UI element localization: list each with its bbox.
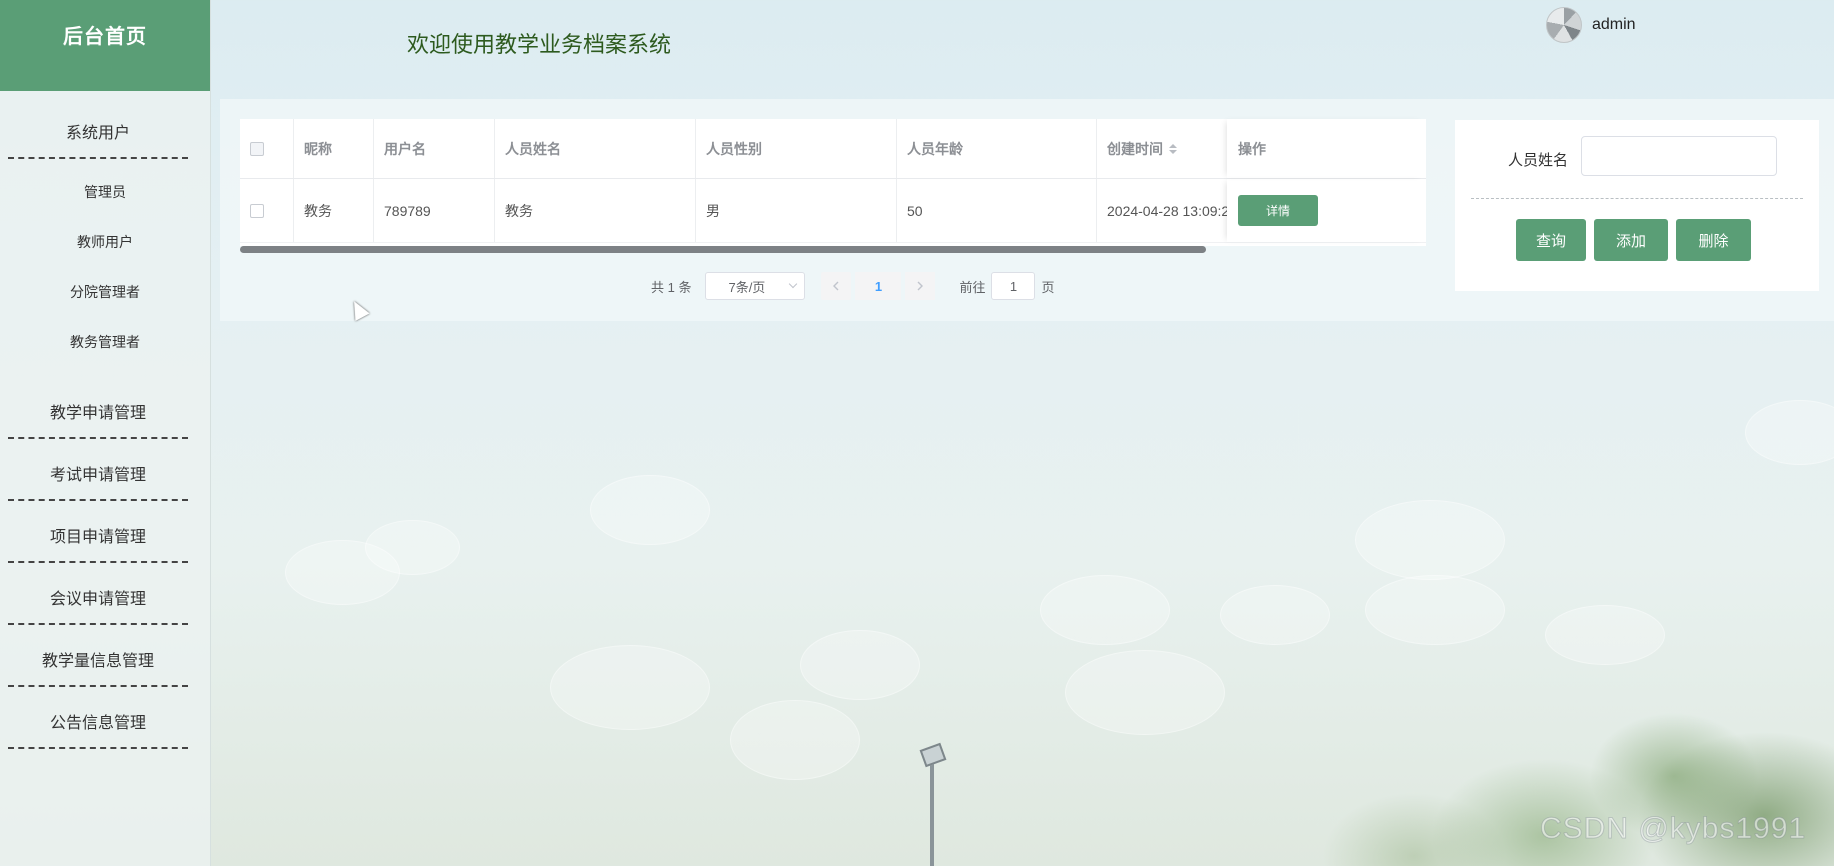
column-header-gender: 人员性别 bbox=[696, 119, 897, 178]
page-number-current[interactable]: 1 bbox=[855, 272, 902, 300]
page-size-value: 7条/页 bbox=[728, 279, 766, 295]
pagination: 共 1 条 7条/页 1 前往 页 bbox=[651, 272, 1055, 300]
cell-created: 2024-04-28 13:09:2 bbox=[1107, 202, 1227, 219]
sidebar-group-teaching-load[interactable]: 教学量信息管理 bbox=[8, 625, 188, 687]
background-bokeh bbox=[800, 630, 920, 700]
column-header-action: 操作 bbox=[1227, 119, 1426, 178]
next-page-button[interactable] bbox=[905, 272, 936, 300]
user-name: admin bbox=[1592, 16, 1636, 33]
sidebar-item-teacher-users[interactable]: 教师用户 bbox=[0, 217, 210, 267]
goto-label: 前往 bbox=[959, 279, 986, 295]
sidebar-item-branch-managers[interactable]: 分院管理者 bbox=[0, 267, 210, 317]
sidebar-group-exam-applications[interactable]: 考试申请管理 bbox=[8, 439, 188, 501]
cell-nickname: 教务 bbox=[294, 179, 374, 242]
delete-button[interactable]: 删除 bbox=[1676, 219, 1751, 261]
background-lamp-pole bbox=[930, 750, 934, 866]
background-bokeh bbox=[550, 645, 710, 730]
chevron-right-icon bbox=[917, 281, 924, 291]
sidebar-group-announcements[interactable]: 公告信息管理 bbox=[8, 687, 188, 749]
page-size-select[interactable]: 7条/页 bbox=[705, 272, 806, 300]
chevron-left-icon bbox=[833, 281, 839, 291]
prev-page-button[interactable] bbox=[821, 272, 852, 300]
background-bokeh bbox=[1545, 605, 1665, 665]
detail-button[interactable]: 详情 bbox=[1238, 195, 1318, 226]
sidebar-group-meeting-applications[interactable]: 会议申请管理 bbox=[8, 563, 188, 625]
background-bokeh bbox=[285, 540, 400, 605]
column-header-nickname: 昵称 bbox=[294, 119, 374, 178]
pagination-total: 共 1 条 bbox=[651, 279, 692, 295]
column-header-name: 人员姓名 bbox=[495, 119, 696, 178]
sidebar-group-project-applications[interactable]: 项目申请管理 bbox=[8, 501, 188, 563]
search-button-group: 查询 添加 删除 bbox=[1516, 219, 1751, 261]
user-menu[interactable]: admin bbox=[1546, 7, 1636, 43]
sidebar: 后台首页 系统用户 管理员 教师用户 分院管理者 教务管理者 教学申请管理 考试… bbox=[0, 0, 211, 866]
column-header-created-label: 创建时间 bbox=[1107, 140, 1163, 157]
row-select-cell bbox=[240, 179, 294, 242]
background-lamp-head bbox=[919, 742, 947, 768]
background-bokeh bbox=[1065, 650, 1225, 735]
column-header-age: 人员年龄 bbox=[897, 119, 1097, 178]
sidebar-item-academic-managers[interactable]: 教务管理者 bbox=[0, 317, 210, 367]
select-all-checkbox[interactable] bbox=[250, 141, 264, 156]
sidebar-group-teaching-applications[interactable]: 教学申请管理 bbox=[8, 377, 188, 439]
background-bokeh bbox=[1220, 585, 1330, 645]
table-header-row: 昵称 用户名 人员姓名 人员性别 人员年龄 创建时间 操作 bbox=[240, 119, 1426, 179]
column-header-username: 用户名 bbox=[374, 119, 495, 178]
column-header-created[interactable]: 创建时间 bbox=[1097, 119, 1227, 178]
data-table: 昵称 用户名 人员姓名 人员性别 人员年龄 创建时间 操作 教务 789789 … bbox=[240, 119, 1426, 246]
page-title: 欢迎使用教学业务档案系统 bbox=[407, 32, 672, 57]
watermark: CSDN @kybs1991 bbox=[1539, 812, 1807, 846]
header-select-cell bbox=[240, 119, 294, 178]
background-bokeh bbox=[1365, 575, 1505, 645]
sidebar-group-system-users[interactable]: 系统用户 bbox=[8, 91, 188, 159]
search-panel: 人员姓名 查询 添加 删除 bbox=[1455, 120, 1819, 291]
row-checkbox[interactable] bbox=[250, 203, 264, 218]
background-bokeh bbox=[590, 475, 710, 545]
sidebar-home-title: 后台首页 bbox=[63, 26, 147, 48]
table-row: 教务 789789 教务 男 50 2024-04-28 13:09:2 详情 bbox=[240, 179, 1426, 243]
horizontal-scrollbar[interactable] bbox=[240, 246, 1206, 253]
background-bokeh bbox=[1745, 400, 1834, 465]
cell-gender: 男 bbox=[696, 179, 897, 242]
sidebar-home[interactable]: 后台首页 bbox=[0, 0, 210, 91]
sidebar-submenu-system-users: 管理员 教师用户 分院管理者 教务管理者 bbox=[0, 159, 210, 377]
chevron-down-icon bbox=[789, 279, 798, 289]
background-bokeh bbox=[365, 520, 460, 575]
cell-age: 50 bbox=[897, 179, 1097, 242]
background-bokeh bbox=[1355, 500, 1505, 580]
sidebar-item-admin[interactable]: 管理员 bbox=[0, 167, 210, 217]
cell-username: 789789 bbox=[374, 179, 495, 242]
avatar-icon[interactable] bbox=[1546, 7, 1582, 43]
background-bokeh bbox=[730, 700, 860, 780]
query-button[interactable]: 查询 bbox=[1516, 219, 1586, 261]
background-bokeh bbox=[1040, 575, 1170, 645]
add-button[interactable]: 添加 bbox=[1594, 219, 1668, 261]
search-divider bbox=[1471, 198, 1803, 199]
search-name-input[interactable] bbox=[1581, 136, 1777, 176]
goto-page-input[interactable] bbox=[991, 272, 1036, 300]
search-name-label: 人员姓名 bbox=[1508, 152, 1569, 169]
cell-action: 详情 bbox=[1227, 179, 1426, 242]
cell-name: 教务 bbox=[495, 179, 696, 242]
sort-icon[interactable] bbox=[1169, 143, 1177, 154]
page-unit-label: 页 bbox=[1041, 279, 1055, 295]
